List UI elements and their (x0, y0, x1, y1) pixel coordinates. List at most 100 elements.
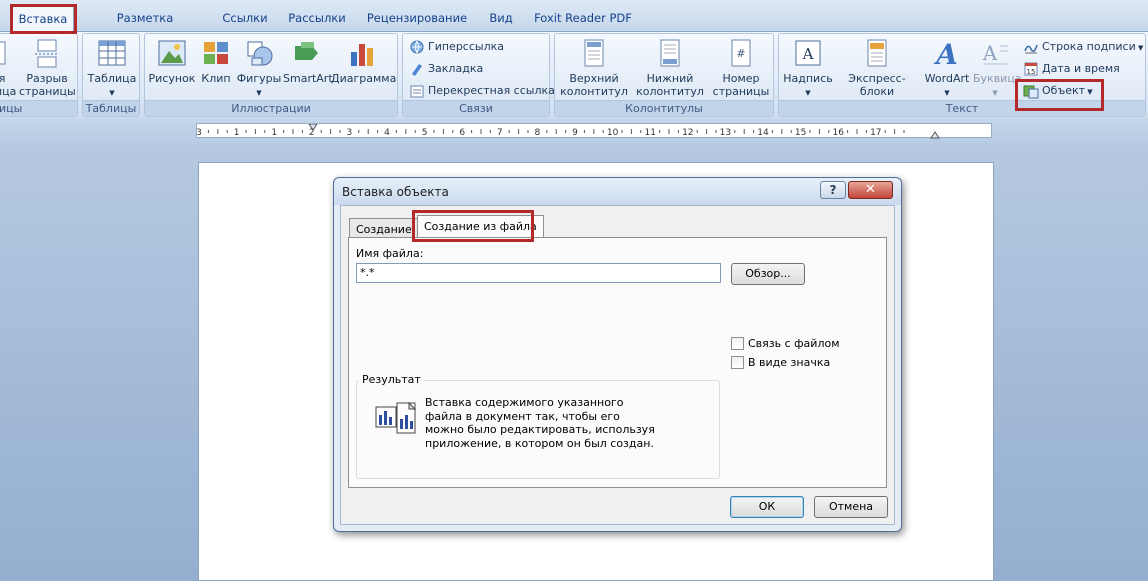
date-time-button[interactable]: 15 Дата и время (1023, 59, 1120, 79)
tab-references[interactable]: Ссылки (214, 5, 276, 32)
object-button[interactable]: Объект ▼ (1023, 81, 1093, 101)
tab-page-layout[interactable]: Разметка страницы (86, 5, 204, 52)
calendar-icon: 15 (1023, 61, 1039, 77)
shapes-label: Фигуры (236, 72, 282, 85)
cancel-button[interactable]: Отмена (814, 496, 888, 518)
wordart-dropdown-icon: ▼ (944, 89, 950, 97)
group-illustrations: Рисунок Клип Фигуры ▼ SmartArt Диаграмма… (144, 33, 398, 117)
close-button[interactable]: ✕ (848, 181, 893, 199)
footer-label-2: колонтитул (636, 85, 704, 98)
cut-label-1: я (0, 72, 6, 85)
group-headers-footers: Верхний колонтитул ▼ Нижний колонтитул ▼… (554, 33, 774, 117)
bookmark-label: Закладка (428, 62, 484, 75)
page-icon (0, 38, 9, 68)
ruler-number: 8 (535, 128, 541, 138)
svg-text:A: A (933, 38, 958, 68)
tab-view[interactable]: Вид (482, 5, 520, 32)
hyperlink-button[interactable]: Гиперссылка (409, 37, 504, 57)
table-label: Таблица (87, 72, 137, 85)
horizontal-ruler: 3 1 1 2 3 4 5 6 7 8 9 10 11 12 13 14 15 16 17 (196, 123, 992, 139)
textbox-dropdown-icon: ▼ (805, 89, 811, 97)
result-label: Результат (359, 373, 424, 386)
wordart-button[interactable]: A WordArt ▼ (921, 38, 973, 100)
ruler-number: 12 (682, 128, 693, 138)
signature-line-button[interactable]: Строка подписи ▼ (1023, 37, 1143, 57)
cross-reference-icon (409, 83, 425, 99)
ruler-number: 16 (832, 128, 844, 138)
ruler-number: 1 (234, 128, 240, 138)
bookmark-button[interactable]: Закладка (409, 59, 483, 79)
filename-input[interactable]: *.* (356, 263, 721, 283)
table-dropdown-icon: ▼ (109, 89, 115, 97)
clip-button[interactable]: Клип (199, 38, 233, 85)
group-pages-label: ицы (0, 100, 77, 116)
ruler-number: 3 (197, 128, 202, 138)
hyperlink-label: Гиперссылка (428, 40, 504, 53)
drop-cap-icon: A (980, 38, 1010, 68)
ruler-number: 13 (720, 128, 731, 138)
cross-reference-button[interactable]: Перекрестная ссылка (409, 81, 555, 101)
help-button[interactable]: ? (820, 181, 846, 199)
page-number-label-2: страницы (712, 85, 770, 98)
right-indent-marker[interactable] (930, 131, 940, 139)
page-break-button[interactable]: Разрыв страницы (19, 38, 76, 98)
embedded-object-icon (375, 401, 417, 437)
picture-button[interactable]: Рисунок (147, 38, 197, 85)
ruler-number: 9 (572, 128, 578, 138)
tab-mailings[interactable]: Рассылки (284, 5, 350, 32)
quick-parts-label: Экспресс-блоки (848, 72, 906, 98)
clipart-icon (201, 38, 231, 68)
shapes-button[interactable]: Фигуры ▼ (235, 38, 283, 100)
from-file-panel: Имя файла: *.* Обзор... Связь с файлом В… (348, 237, 887, 488)
drop-cap-label: Буквица (973, 72, 1022, 85)
drop-cap-button[interactable]: A Буквица ▼ (973, 38, 1022, 100)
display-as-icon-checkbox[interactable] (731, 356, 744, 369)
smartart-button[interactable]: SmartArt (283, 38, 333, 85)
group-links: Гиперссылка Закладка Перекрестная ссылка… (402, 33, 555, 117)
chart-button[interactable]: Диаграмма (331, 38, 396, 85)
result-groupbox: Результат Вставка содержимого указанного… (356, 373, 720, 479)
wordart-label: WordArt (924, 72, 970, 85)
ruler-number: 3 (347, 128, 353, 138)
textbox-button[interactable]: A Надпись ▼ (783, 38, 833, 100)
display-as-icon-label[interactable]: В виде значка (748, 356, 830, 369)
link-to-file-label[interactable]: Связь с файлом (748, 337, 840, 350)
table-button[interactable]: Таблица ▼ (85, 38, 139, 100)
chart-icon (348, 38, 378, 68)
tab-insert[interactable]: Вставка (12, 5, 74, 32)
shapes-dropdown-icon: ▼ (256, 89, 262, 97)
object-dropdown-icon: ▼ (1085, 88, 1093, 96)
group-headers-footers-label: Колонтитулы (555, 100, 773, 116)
ruler-number: 6 (459, 128, 465, 138)
tab-foxit[interactable]: Foxit Reader PDF (530, 5, 636, 32)
svg-text:#: # (736, 47, 745, 60)
browse-button[interactable]: Обзор... (731, 263, 805, 285)
quick-parts-icon (864, 38, 890, 68)
ribbon-tab-row: Вставка Разметка страницы Ссылки Рассылк… (0, 0, 1148, 52)
ruler-number: 10 (607, 128, 619, 138)
footer-label-1: Нижний (646, 72, 694, 85)
dialog-titlebar[interactable]: Вставка объекта ? ✕ (334, 178, 901, 205)
dialog-body: Создание Создание из файла Имя файла: *.… (340, 205, 895, 525)
tab-review[interactable]: Рецензирование (362, 5, 472, 32)
ruler-ticks: 3 1 1 2 3 4 5 6 7 8 9 10 11 12 13 14 15 16 17 (196, 123, 940, 139)
ok-button[interactable]: ОК (730, 496, 804, 518)
dialog-title: Вставка объекта (342, 185, 449, 199)
smartart-label: SmartArt (283, 72, 333, 85)
link-to-file-checkbox[interactable] (731, 337, 744, 350)
ruler-number: 1 (271, 128, 277, 138)
insert-object-dialog: Вставка объекта ? ✕ Создание Создание из… (333, 177, 902, 532)
group-links-label: Связи (403, 100, 549, 116)
signature-dropdown-icon: ▼ (1135, 44, 1144, 52)
ruler-number: 7 (497, 128, 503, 138)
ruler-number: 11 (644, 128, 655, 138)
wordart-icon: A (932, 38, 962, 71)
shapes-icon (244, 38, 274, 68)
cut-off-button[interactable]: я ица (0, 38, 16, 98)
page-number-label-1: Номер (722, 72, 760, 85)
footer-icon (658, 38, 682, 68)
cross-reference-label: Перекрестная ссылка (428, 84, 555, 97)
ruler-bar: 3 1 1 2 3 4 5 6 7 8 9 10 11 12 13 14 15 16 17 (0, 118, 1148, 144)
group-tables: Таблица ▼ Таблицы (82, 33, 140, 117)
hyperlink-icon (409, 39, 425, 55)
